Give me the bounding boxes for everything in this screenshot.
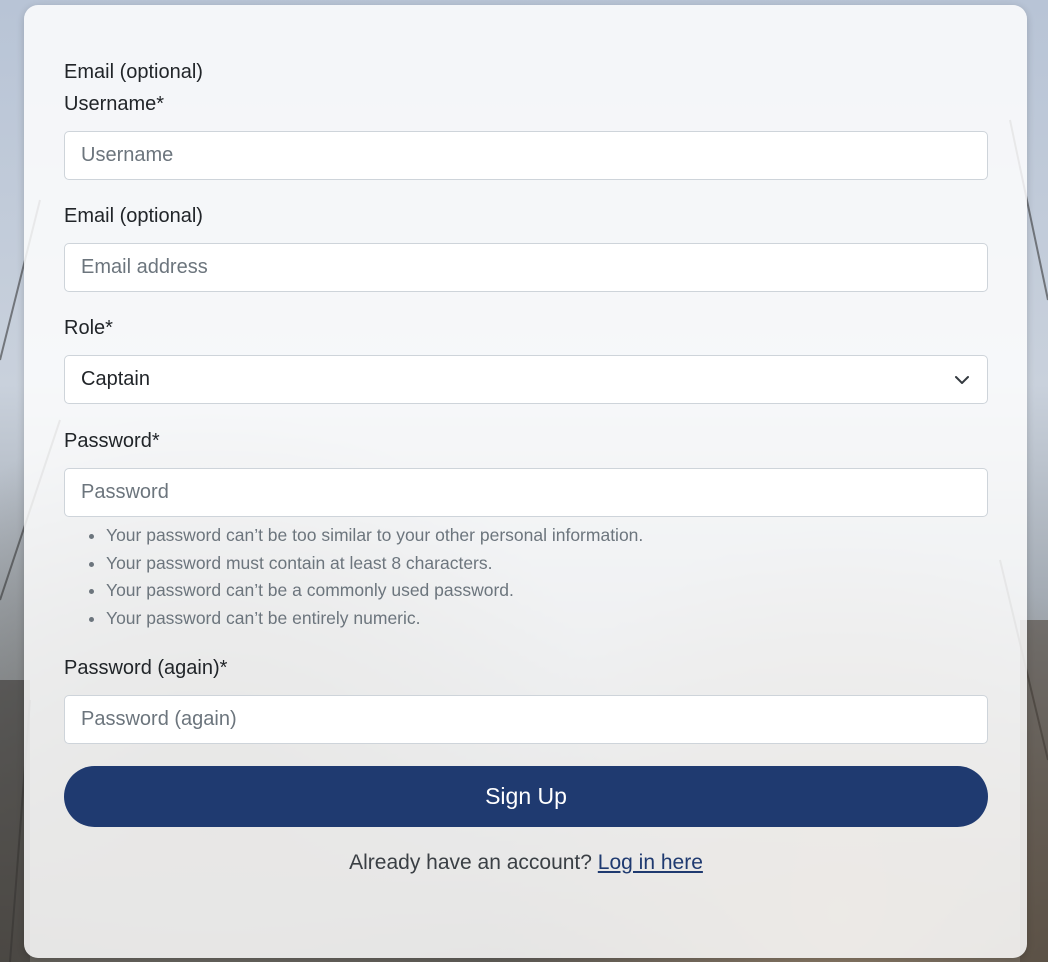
login-prompt-text: Already have an account? xyxy=(349,851,592,874)
password-help-item: Your password can’t be a commonly used p… xyxy=(106,577,643,605)
role-selected-value: Captain xyxy=(81,368,150,390)
password-label: Password* xyxy=(64,430,160,452)
stray-email-label: Email (optional) xyxy=(64,61,203,83)
password-help-item: Your password can’t be entirely numeric. xyxy=(106,605,643,633)
email-input[interactable] xyxy=(64,243,988,292)
role-label: Role* xyxy=(64,317,113,339)
email-label: Email (optional) xyxy=(64,205,203,227)
login-link[interactable]: Log in here xyxy=(598,851,703,874)
username-input[interactable] xyxy=(64,131,988,180)
password-help-list: Your password can’t be too similar to yo… xyxy=(64,522,643,632)
chevron-down-icon xyxy=(953,371,971,389)
password-help-item: Your password must contain at least 8 ch… xyxy=(106,550,643,578)
login-prompt: Already have an account? Log in here xyxy=(64,851,988,875)
password-again-input[interactable] xyxy=(64,695,988,744)
role-select[interactable]: Captain xyxy=(64,355,988,404)
password-again-label: Password (again)* xyxy=(64,657,228,679)
password-help-item: Your password can’t be too similar to yo… xyxy=(106,522,643,550)
signup-card: Email (optional) Username* Email (option… xyxy=(24,5,1027,958)
username-label: Username* xyxy=(64,93,165,115)
sign-up-button[interactable]: Sign Up xyxy=(64,766,988,827)
password-input[interactable] xyxy=(64,468,988,517)
